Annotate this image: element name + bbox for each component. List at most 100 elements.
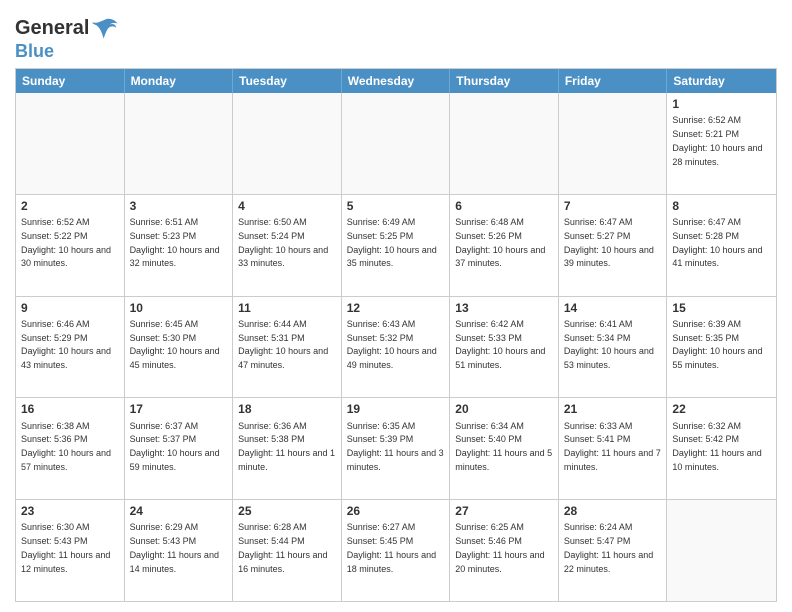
day-info: Sunrise: 6:34 AM Sunset: 5:40 PM Dayligh… [455, 421, 552, 472]
weekday-header-sunday: Sunday [16, 69, 125, 93]
day-cell-14: 14 Sunrise: 6:41 AM Sunset: 5:34 PM Dayli… [559, 297, 668, 398]
day-cell-19: 19 Sunrise: 6:35 AM Sunset: 5:39 PM Dayli… [342, 398, 451, 499]
day-info: Sunrise: 6:44 AM Sunset: 5:31 PM Dayligh… [238, 319, 328, 370]
day-number: 18 [238, 401, 336, 417]
day-info: Sunrise: 6:47 AM Sunset: 5:28 PM Dayligh… [672, 217, 762, 268]
day-number: 14 [564, 300, 662, 316]
weekday-header-monday: Monday [125, 69, 234, 93]
day-cell-8: 8 Sunrise: 6:47 AM Sunset: 5:28 PM Daylig… [667, 195, 776, 296]
day-number: 7 [564, 198, 662, 214]
day-cell-empty-0-2 [233, 93, 342, 194]
day-cell-27: 27 Sunrise: 6:25 AM Sunset: 5:46 PM Dayli… [450, 500, 559, 601]
day-cell-1: 1 Sunrise: 6:52 AM Sunset: 5:21 PM Daylig… [667, 93, 776, 194]
day-info: Sunrise: 6:48 AM Sunset: 5:26 PM Dayligh… [455, 217, 545, 268]
day-number: 2 [21, 198, 119, 214]
day-cell-5: 5Sunrise: 6:49 AM Sunset: 5:25 PM Daylig… [342, 195, 451, 296]
day-number: 8 [672, 198, 771, 214]
day-info: Sunrise: 6:25 AM Sunset: 5:46 PM Dayligh… [455, 522, 544, 573]
day-cell-17: 17 Sunrise: 6:37 AM Sunset: 5:37 PM Dayli… [125, 398, 234, 499]
day-cell-6: 6 Sunrise: 6:48 AM Sunset: 5:26 PM Daylig… [450, 195, 559, 296]
day-cell-22: 22 Sunrise: 6:32 AM Sunset: 5:42 PM Dayli… [667, 398, 776, 499]
header: General Blue [15, 10, 777, 62]
weekday-header-saturday: Saturday [667, 69, 776, 93]
weekday-header-tuesday: Tuesday [233, 69, 342, 93]
day-number: 4 [238, 198, 336, 214]
day-cell-18: 18 Sunrise: 6:36 AM Sunset: 5:38 PM Dayli… [233, 398, 342, 499]
calendar: SundayMondayTuesdayWednesdayThursdayFrid… [15, 68, 777, 602]
day-number: 9 [21, 300, 119, 316]
day-info: Sunrise: 6:47 AM Sunset: 5:27 PM Dayligh… [564, 217, 654, 268]
day-info: Sunrise: 6:27 AM Sunset: 5:45 PM Dayligh… [347, 522, 436, 573]
day-cell-16: 16 Sunrise: 6:38 AM Sunset: 5:36 PM Dayli… [16, 398, 125, 499]
day-info: Sunrise: 6:52 AM Sunset: 5:22 PM Dayligh… [21, 217, 111, 268]
day-info: Sunrise: 6:41 AM Sunset: 5:34 PM Dayligh… [564, 319, 654, 370]
day-info: Sunrise: 6:39 AM Sunset: 5:35 PM Dayligh… [672, 319, 762, 370]
day-info: Sunrise: 6:46 AM Sunset: 5:29 PM Dayligh… [21, 319, 111, 370]
day-cell-20: 20 Sunrise: 6:34 AM Sunset: 5:40 PM Dayli… [450, 398, 559, 499]
day-number: 20 [455, 401, 553, 417]
day-number: 23 [21, 503, 119, 519]
day-info: Sunrise: 6:50 AM Sunset: 5:24 PM Dayligh… [238, 217, 328, 268]
day-number: 15 [672, 300, 771, 316]
day-cell-25: 25Sunrise: 6:28 AM Sunset: 5:44 PM Dayli… [233, 500, 342, 601]
day-cell-empty-0-5 [559, 93, 668, 194]
day-info: Sunrise: 6:32 AM Sunset: 5:42 PM Dayligh… [672, 421, 761, 472]
day-info: Sunrise: 6:24 AM Sunset: 5:47 PM Dayligh… [564, 522, 653, 573]
logo-blue: Blue [15, 41, 54, 61]
day-number: 16 [21, 401, 119, 417]
day-number: 24 [130, 503, 228, 519]
day-info: Sunrise: 6:51 AM Sunset: 5:23 PM Dayligh… [130, 217, 220, 268]
day-cell-11: 11 Sunrise: 6:44 AM Sunset: 5:31 PM Dayli… [233, 297, 342, 398]
day-number: 22 [672, 401, 771, 417]
day-number: 6 [455, 198, 553, 214]
day-cell-23: 23 Sunrise: 6:30 AM Sunset: 5:43 PM Dayli… [16, 500, 125, 601]
day-info: Sunrise: 6:29 AM Sunset: 5:43 PM Dayligh… [130, 522, 219, 573]
day-number: 5 [347, 198, 445, 214]
day-info: Sunrise: 6:36 AM Sunset: 5:38 PM Dayligh… [238, 421, 335, 472]
day-cell-empty-0-1 [125, 93, 234, 194]
calendar-row-0: 1 Sunrise: 6:52 AM Sunset: 5:21 PM Daylig… [16, 93, 776, 194]
day-cell-3: 3 Sunrise: 6:51 AM Sunset: 5:23 PM Daylig… [125, 195, 234, 296]
logo-general: General [15, 18, 89, 38]
logo: General Blue [15, 14, 119, 62]
day-cell-26: 26 Sunrise: 6:27 AM Sunset: 5:45 PM Dayli… [342, 500, 451, 601]
day-number: 3 [130, 198, 228, 214]
calendar-row-2: 9 Sunrise: 6:46 AM Sunset: 5:29 PM Daylig… [16, 296, 776, 398]
weekday-header-friday: Friday [559, 69, 668, 93]
calendar-row-4: 23 Sunrise: 6:30 AM Sunset: 5:43 PM Dayli… [16, 499, 776, 601]
day-cell-10: 10Sunrise: 6:45 AM Sunset: 5:30 PM Dayli… [125, 297, 234, 398]
day-number: 11 [238, 300, 336, 316]
day-number: 26 [347, 503, 445, 519]
day-cell-15: 15 Sunrise: 6:39 AM Sunset: 5:35 PM Dayli… [667, 297, 776, 398]
day-cell-9: 9 Sunrise: 6:46 AM Sunset: 5:29 PM Daylig… [16, 297, 125, 398]
day-cell-13: 13Sunrise: 6:42 AM Sunset: 5:33 PM Dayli… [450, 297, 559, 398]
day-number: 10 [130, 300, 228, 316]
day-cell-2: 2 Sunrise: 6:52 AM Sunset: 5:22 PM Daylig… [16, 195, 125, 296]
day-number: 25 [238, 503, 336, 519]
weekday-header-thursday: Thursday [450, 69, 559, 93]
day-info: Sunrise: 6:38 AM Sunset: 5:36 PM Dayligh… [21, 421, 111, 472]
day-info: Sunrise: 6:52 AM Sunset: 5:21 PM Dayligh… [672, 115, 762, 166]
calendar-row-3: 16 Sunrise: 6:38 AM Sunset: 5:36 PM Dayli… [16, 397, 776, 499]
day-cell-28: 28 Sunrise: 6:24 AM Sunset: 5:47 PM Dayli… [559, 500, 668, 601]
day-number: 21 [564, 401, 662, 417]
logo-bird-icon [91, 14, 119, 42]
day-info: Sunrise: 6:37 AM Sunset: 5:37 PM Dayligh… [130, 421, 220, 472]
weekday-header-wednesday: Wednesday [342, 69, 451, 93]
day-number: 27 [455, 503, 553, 519]
page: General Blue SundayMondayTuesdayWednesda… [0, 0, 792, 612]
day-info: Sunrise: 6:30 AM Sunset: 5:43 PM Dayligh… [21, 522, 110, 573]
day-number: 1 [672, 96, 771, 112]
day-cell-24: 24 Sunrise: 6:29 AM Sunset: 5:43 PM Dayli… [125, 500, 234, 601]
day-number: 17 [130, 401, 228, 417]
calendar-row-1: 2 Sunrise: 6:52 AM Sunset: 5:22 PM Daylig… [16, 194, 776, 296]
day-cell-12: 12Sunrise: 6:43 AM Sunset: 5:32 PM Dayli… [342, 297, 451, 398]
day-number: 28 [564, 503, 662, 519]
day-cell-empty-0-3 [342, 93, 451, 194]
day-info: Sunrise: 6:43 AM Sunset: 5:32 PM Dayligh… [347, 319, 437, 370]
day-cell-empty-0-0 [16, 93, 125, 194]
calendar-header: SundayMondayTuesdayWednesdayThursdayFrid… [16, 69, 776, 93]
day-number: 19 [347, 401, 445, 417]
day-cell-21: 21Sunrise: 6:33 AM Sunset: 5:41 PM Dayli… [559, 398, 668, 499]
day-info: Sunrise: 6:35 AM Sunset: 5:39 PM Dayligh… [347, 421, 444, 472]
